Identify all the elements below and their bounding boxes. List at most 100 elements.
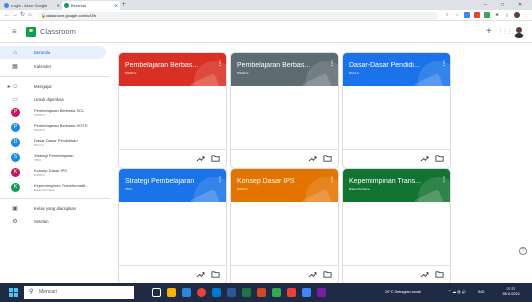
avatar[interactable] xyxy=(513,26,525,38)
taskbar-app-edge-icon[interactable] xyxy=(182,288,191,297)
more-options-icon[interactable]: ⋮ xyxy=(441,176,447,184)
trending-icon[interactable] xyxy=(308,270,317,279)
sidebar-course-item[interactable]: P Pembelajaran Berbasis SCL PGMI IV xyxy=(0,106,110,120)
sidebar-course-item[interactable]: S Strategi Pembelajaran TBI II xyxy=(0,151,110,165)
course-avatar: S xyxy=(11,153,20,162)
class-card[interactable]: Dasar-Dasar Pendidi... PAI II A ⋮ xyxy=(342,52,451,169)
card-title[interactable]: Pembelajaran Berbas... xyxy=(125,62,215,70)
more-options-icon[interactable]: ⋮ xyxy=(217,60,223,68)
folder-icon[interactable] xyxy=(323,270,332,279)
folder-icon[interactable] xyxy=(323,154,332,163)
sidebar-item-mengajar[interactable]: ▸ ☺ Mengajar xyxy=(0,80,106,93)
settings-icon: ⚙ xyxy=(12,218,18,225)
card-footer xyxy=(231,149,338,168)
reload-icon[interactable]: ↻ xyxy=(20,11,25,20)
taskbar-app-file-explorer-icon[interactable] xyxy=(167,288,176,297)
extension-icon[interactable] xyxy=(474,12,480,18)
taskbar-app-powerpoint-icon[interactable] xyxy=(257,288,266,297)
sidebar-course-item[interactable]: K Konsep Dasar IPS PGMI IV xyxy=(0,166,110,180)
sidebar-item-archived[interactable]: ▣ Kelas yang diarsipkan xyxy=(0,202,106,215)
divider xyxy=(0,198,110,199)
card-banner[interactable]: Kepemimpinan Trans... Bulan Purnama ⋮ xyxy=(343,169,450,202)
class-card[interactable]: Kepemimpinan Trans... Bulan Purnama ⋮ xyxy=(342,168,451,285)
trending-icon[interactable] xyxy=(420,270,429,279)
card-banner[interactable]: Konsep Dasar IPS PGMI IV ⋮ xyxy=(231,169,338,202)
windows-start-icon[interactable] xyxy=(9,288,18,297)
card-banner[interactable]: Pembelajaran Berbas... PGMI IV ⋮ xyxy=(231,53,338,86)
tab-beranda[interactable]: Beranda ✕ xyxy=(62,1,120,10)
new-tab-button[interactable]: + xyxy=(122,1,126,9)
more-options-icon[interactable]: ⋮ xyxy=(441,60,447,68)
minimize-icon[interactable]: – xyxy=(484,0,487,10)
taskbar-app-task-view-icon[interactable] xyxy=(152,288,161,297)
sidebar-item-untuk-diperiksa[interactable]: ▭ Untuk diperiksa xyxy=(0,93,106,106)
class-card[interactable]: Pembelajaran Berbas... PGMI IV ⋮ xyxy=(230,52,339,169)
card-banner[interactable]: Pembelajaran Berbas... PGMI IV ⋮ xyxy=(119,53,226,86)
google-apps-icon[interactable]: ⋮⋮⋮ xyxy=(498,27,512,37)
url-input[interactable]: 🔒 classroom.google.com/u/0/h xyxy=(38,11,438,20)
more-options-icon[interactable]: ⋮ xyxy=(329,60,335,68)
taskbar-app-chrome-icon[interactable] xyxy=(197,288,206,297)
share-icon[interactable]: ⇪ xyxy=(444,12,450,18)
class-card[interactable]: Konsep Dasar IPS PGMI IV ⋮ xyxy=(230,168,339,285)
extension-icon[interactable] xyxy=(484,12,490,18)
sidebar-item-settings[interactable]: ⚙ Setelan xyxy=(0,215,106,228)
weather-status[interactable]: 29°C Sebagian cerah xyxy=(385,283,421,302)
taskbar-search-input[interactable]: ⚲ Mencari xyxy=(24,286,134,299)
taskbar-app-word-icon[interactable] xyxy=(227,288,236,297)
more-options-icon[interactable]: ⋮ xyxy=(217,176,223,184)
folder-icon[interactable] xyxy=(435,154,444,163)
folder-icon[interactable] xyxy=(211,270,220,279)
back-icon[interactable]: ← xyxy=(4,11,10,20)
taskbar-app-app-blue-icon[interactable] xyxy=(302,288,311,297)
card-title[interactable]: Pembelajaran Berbas... xyxy=(237,62,327,70)
sidepanel-icon[interactable]: ▯ xyxy=(504,12,510,18)
card-footer xyxy=(343,149,450,168)
close-tab-icon[interactable]: ✕ xyxy=(57,1,60,10)
trending-icon[interactable] xyxy=(196,270,205,279)
puzzle-icon[interactable]: ✱ xyxy=(494,12,500,18)
help-icon[interactable]: ? xyxy=(519,247,527,255)
sidebar-course-item[interactable]: P Pembelajaran Berbasis HOTS PGMI IV xyxy=(0,121,110,135)
taskbar-app-app-purple-icon[interactable] xyxy=(317,288,326,297)
class-card[interactable]: Pembelajaran Berbas... PGMI IV ⋮ xyxy=(118,52,227,169)
tray-icons[interactable]: ⌃ ☁ ◍ 🔊 xyxy=(448,283,466,302)
language-indicator[interactable]: IND xyxy=(478,283,485,302)
card-title[interactable]: Konsep Dasar IPS xyxy=(237,178,327,186)
clock[interactable]: 07:37 28/11/2023 xyxy=(500,287,522,297)
taskbar-app-store-icon[interactable] xyxy=(212,288,221,297)
close-tab-icon[interactable]: ✕ xyxy=(115,1,118,10)
bookmark-icon[interactable]: ☆ xyxy=(454,12,460,18)
add-class-button[interactable]: + xyxy=(486,27,492,37)
folder-icon[interactable] xyxy=(435,270,444,279)
card-title[interactable]: Dasar-Dasar Pendidi... xyxy=(349,62,439,70)
trending-icon[interactable] xyxy=(420,154,429,163)
menu-kebab-icon[interactable]: ⋮ xyxy=(523,12,529,18)
folder-icon[interactable] xyxy=(211,154,220,163)
sidebar-item-label: Setelan xyxy=(34,219,49,224)
sidebar-course-item[interactable]: D Dasar-Dasar Pendidikan PAI II A xyxy=(0,136,110,150)
card-title[interactable]: Kepemimpinan Trans... xyxy=(349,178,439,186)
trending-icon[interactable] xyxy=(196,154,205,163)
maximize-icon[interactable]: □ xyxy=(501,0,504,10)
close-window-icon[interactable]: ✕ xyxy=(518,0,522,10)
card-banner[interactable]: Strategi Pembelajaran TBI II ⋮ xyxy=(119,169,226,202)
forward-icon[interactable]: → xyxy=(12,11,18,20)
taskbar-app-app-red-icon[interactable] xyxy=(287,288,296,297)
trending-icon[interactable] xyxy=(308,154,317,163)
card-banner[interactable]: Dasar-Dasar Pendidi... PAI II A ⋮ xyxy=(343,53,450,86)
taskbar-app-excel-icon[interactable] xyxy=(242,288,251,297)
hamburger-menu-icon[interactable]: ≡ xyxy=(12,28,17,36)
sidebar-item-kalender[interactable]: ▦ Kalender xyxy=(0,60,106,73)
taskbar-app-app-green-icon[interactable] xyxy=(272,288,281,297)
class-card[interactable]: Strategi Pembelajaran TBI II ⋮ xyxy=(118,168,227,285)
tab-google-login[interactable]: Login - Akun Google ✕ xyxy=(2,1,62,10)
more-options-icon[interactable]: ⋮ xyxy=(329,176,335,184)
profile-icon[interactable] xyxy=(514,12,520,18)
sidebar-course-item[interactable]: K Kepemimpinan Transformatif... Bulan Pu… xyxy=(0,181,110,195)
home-icon[interactable]: ⌂ xyxy=(28,11,32,20)
sidebar-item-beranda[interactable]: ⌂ Beranda xyxy=(0,46,106,59)
extension-icon[interactable] xyxy=(464,12,470,18)
app-title[interactable]: Classroom xyxy=(40,27,76,37)
card-title[interactable]: Strategi Pembelajaran xyxy=(125,178,215,186)
